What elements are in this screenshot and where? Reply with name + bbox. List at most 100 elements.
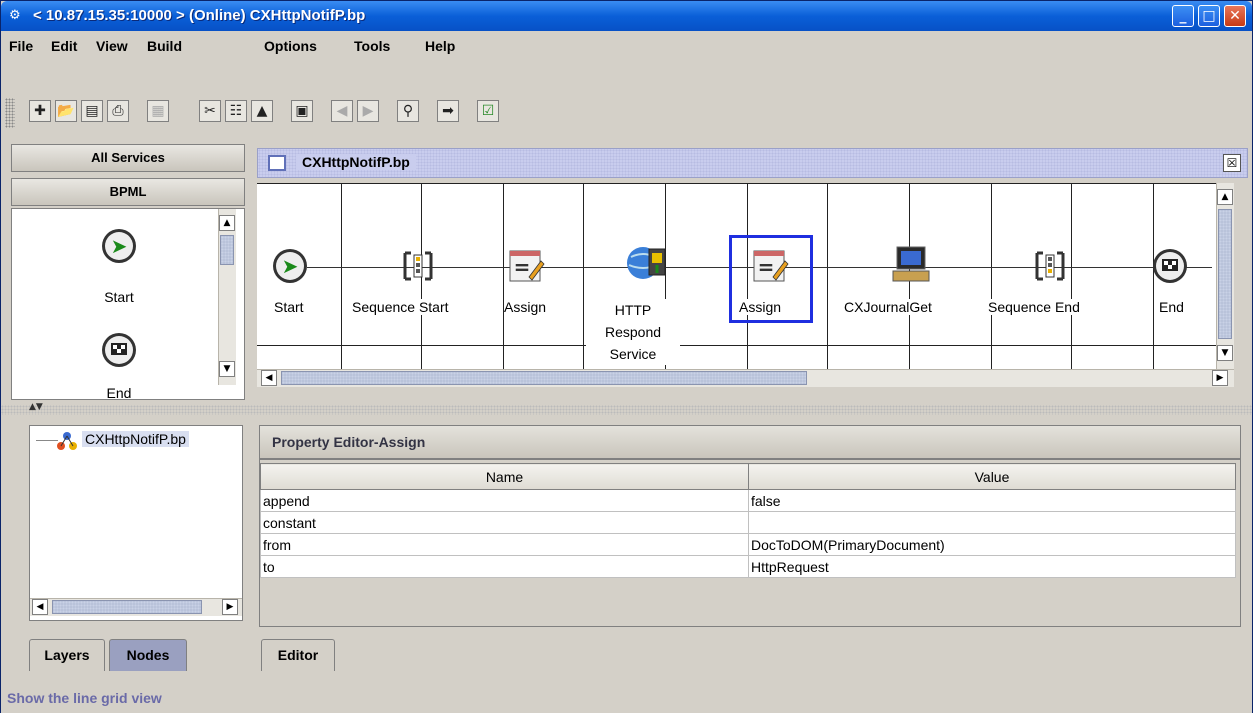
- save-icon[interactable]: ▤: [81, 100, 103, 122]
- scroll-thumb[interactable]: [220, 235, 234, 265]
- property-value[interactable]: false: [748, 489, 1236, 512]
- http-respond-icon[interactable]: [625, 241, 669, 285]
- scroll-down-arrow[interactable]: ▼: [219, 361, 235, 377]
- table-row[interactable]: to HttpRequest: [260, 555, 1236, 578]
- tree-root-label[interactable]: CXHttpNotifP.bp: [82, 431, 189, 447]
- new-icon[interactable]: ✚: [29, 100, 51, 122]
- scroll-thumb[interactable]: [52, 600, 202, 614]
- column-header-value[interactable]: Value: [748, 463, 1236, 490]
- start-icon[interactable]: ➤: [100, 227, 138, 265]
- palette-start-label: Start: [104, 289, 134, 305]
- grid-line: [991, 183, 992, 369]
- grid-line: [257, 345, 1216, 346]
- tree-connector: [36, 440, 58, 441]
- paste-icon[interactable]: ▲: [251, 100, 273, 122]
- tab-editor[interactable]: Editor: [261, 639, 335, 671]
- all-services-button[interactable]: All Services: [11, 144, 245, 172]
- node-label-start: Start: [274, 299, 304, 315]
- bpml-button[interactable]: BPML: [11, 178, 245, 206]
- open-icon[interactable]: 📂: [55, 100, 77, 122]
- canvas-vertical-scrollbar[interactable]: ▲ ▼: [1216, 183, 1234, 369]
- grid-line: [341, 183, 342, 369]
- minimize-button[interactable]: _: [1172, 5, 1194, 27]
- assign-icon[interactable]: =: [751, 247, 789, 285]
- sequence-end-icon[interactable]: [1031, 247, 1069, 285]
- node-label-cxjournalget: CXJournalGet: [844, 299, 932, 315]
- table-row[interactable]: from DocToDOM(PrimaryDocument): [260, 533, 1236, 556]
- table-row[interactable]: append false: [260, 489, 1236, 512]
- menu-options[interactable]: Options: [264, 38, 317, 54]
- grid-icon[interactable]: ▦: [147, 100, 169, 122]
- scroll-down-arrow[interactable]: ▼: [1217, 345, 1233, 361]
- close-button[interactable]: ✕: [1224, 5, 1246, 27]
- grid-line: [583, 183, 584, 369]
- tree-horizontal-scrollbar[interactable]: ◀ ▶: [30, 598, 242, 616]
- property-value[interactable]: [748, 511, 1236, 534]
- menu-build[interactable]: Build: [147, 38, 182, 54]
- palette-end-label: End: [106, 385, 132, 399]
- start-icon[interactable]: ➤: [271, 247, 309, 285]
- node-label-assign-selected: Assign: [739, 299, 782, 315]
- menu-help[interactable]: Help: [425, 38, 455, 54]
- pane-splitter[interactable]: ▲▼: [1, 402, 1252, 415]
- property-table: Name Value append false constant from Do…: [260, 463, 1236, 578]
- grid-line: [1071, 183, 1072, 369]
- svg-text:➤: ➤: [282, 254, 299, 278]
- back-icon[interactable]: ◀: [331, 100, 353, 122]
- copy-icon[interactable]: ☷: [225, 100, 247, 122]
- svg-text:=: =: [758, 255, 775, 279]
- end-icon[interactable]: [1151, 247, 1189, 285]
- table-row[interactable]: constant: [260, 511, 1236, 534]
- menu-file[interactable]: File: [9, 38, 33, 54]
- forward-icon[interactable]: ▶: [357, 100, 379, 122]
- app-icon: ⚙: [9, 8, 21, 23]
- splitter-arrows-icon[interactable]: ▲▼: [29, 402, 43, 412]
- check-icon[interactable]: ☑: [477, 100, 499, 122]
- menu-view[interactable]: View: [96, 38, 128, 54]
- palette-panel: ➤ Start End ▲ ▼: [11, 208, 245, 400]
- document-close-icon[interactable]: ☒: [1223, 154, 1241, 172]
- end-icon[interactable]: [100, 331, 138, 369]
- status-bar: Show the line grid view: [1, 683, 1252, 713]
- document-title-bar: CXHttpNotifP.bp ☒: [257, 148, 1248, 178]
- menu-tools[interactable]: Tools: [354, 38, 390, 54]
- scroll-up-arrow[interactable]: ▲: [219, 215, 235, 231]
- toolbar-grip[interactable]: [5, 98, 15, 128]
- property-value[interactable]: DocToDOM(PrimaryDocument): [748, 533, 1236, 556]
- column-header-name[interactable]: Name: [260, 463, 749, 490]
- print-icon[interactable]: ⎙: [107, 100, 129, 122]
- grid-line: [827, 183, 828, 369]
- svg-text:➤: ➤: [111, 234, 128, 258]
- scroll-left-arrow[interactable]: ◀: [32, 599, 48, 615]
- node-label-assign: Assign: [504, 299, 547, 315]
- tree-panel: CXHttpNotifP.bp ◀ ▶: [29, 425, 243, 621]
- property-value[interactable]: HttpRequest: [748, 555, 1236, 578]
- tab-nodes[interactable]: Nodes: [109, 639, 187, 671]
- sequence-start-icon[interactable]: [399, 247, 437, 285]
- scroll-up-arrow[interactable]: ▲: [1217, 189, 1233, 205]
- process-canvas[interactable]: ➤ Start Sequence Start = Assign HTTP Res…: [257, 183, 1216, 369]
- scroll-thumb[interactable]: [1218, 209, 1232, 339]
- scroll-right-arrow[interactable]: ▶: [222, 599, 238, 615]
- app-window: ⚙ < 10.87.15.35:10000 > (Online) CXHttpN…: [0, 0, 1253, 713]
- menu-edit[interactable]: Edit: [51, 38, 77, 54]
- window-icon[interactable]: ▣: [291, 100, 313, 122]
- window-title: < 10.87.15.35:10000 > (Online) CXHttpNot…: [33, 7, 366, 24]
- cut-icon[interactable]: ✂: [199, 100, 221, 122]
- assign-icon[interactable]: =: [507, 247, 545, 285]
- search-icon[interactable]: ⚲: [397, 100, 419, 122]
- grid-line: [257, 183, 1216, 184]
- tab-layers[interactable]: Layers: [29, 639, 105, 671]
- computer-icon[interactable]: [891, 243, 933, 285]
- property-name: constant: [260, 511, 749, 534]
- export-icon[interactable]: ➡: [437, 100, 459, 122]
- node-label-sequence-start: Sequence Start: [352, 299, 449, 315]
- document-icon: [268, 155, 286, 171]
- maximize-button[interactable]: □: [1198, 5, 1220, 27]
- scroll-thumb[interactable]: [281, 371, 807, 385]
- scroll-right-arrow[interactable]: ▶: [1212, 370, 1228, 386]
- scroll-left-arrow[interactable]: ◀: [261, 370, 277, 386]
- canvas-horizontal-scrollbar[interactable]: ◀ ▶: [257, 369, 1234, 387]
- palette-scrollbar[interactable]: ▲ ▼: [218, 209, 236, 385]
- process-tree-icon: [57, 432, 77, 450]
